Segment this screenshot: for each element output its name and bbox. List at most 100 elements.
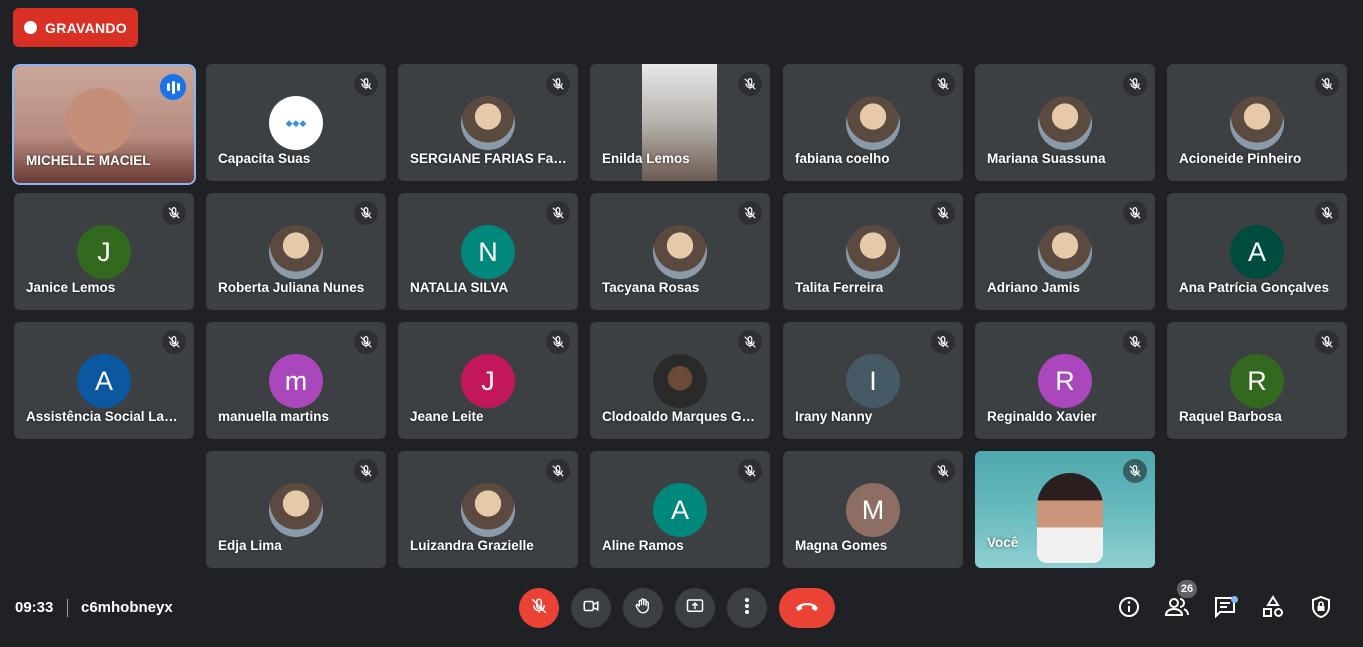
participant-tile[interactable]: Luizandra Grazielle (398, 451, 578, 568)
participant-name: Janice Lemos (26, 280, 116, 295)
participant-avatar: R (1230, 354, 1284, 408)
participant-name: MICHELLE MACIEL (26, 153, 151, 168)
participant-name: fabiana coelho (795, 151, 890, 166)
participant-name: NATALIA SILVA (410, 280, 509, 295)
participant-avatar: A (77, 354, 131, 408)
divider (67, 599, 68, 617)
mic-off-icon (738, 330, 762, 354)
mic-off-icon (931, 201, 955, 225)
more-options-icon (744, 597, 750, 620)
raise-hand-button[interactable] (623, 588, 663, 628)
mic-off-icon (162, 330, 186, 354)
people-button[interactable] (1164, 596, 1190, 622)
participant-name: Luizandra Grazielle (410, 538, 534, 553)
host-controls-button[interactable] (1308, 595, 1334, 624)
participant-tile[interactable]: A Assistência Social Lag… (14, 322, 194, 439)
participant-photo (1038, 225, 1092, 279)
camera-icon (582, 597, 600, 620)
participant-name: Enilda Lemos (602, 151, 690, 166)
participant-name: Magna Gomes (795, 538, 888, 553)
participant-avatar: J (77, 225, 131, 279)
participant-tile[interactable]: A Aline Ramos (590, 451, 770, 568)
recording-badge[interactable]: GRAVANDO (13, 8, 138, 47)
participant-tile-self[interactable]: Você (975, 451, 1155, 568)
participant-tile[interactable]: Tacyana Rosas (590, 193, 770, 310)
participant-tile[interactable]: J Jeane Leite (398, 322, 578, 439)
speaking-indicator-icon (160, 74, 186, 100)
participant-tile[interactable]: Enilda Lemos (590, 64, 770, 181)
mic-off-icon (931, 459, 955, 483)
participant-name: Jeane Leite (410, 409, 484, 424)
record-dot-icon (24, 21, 37, 34)
participant-tile[interactable]: Adriano Jamis (975, 193, 1155, 310)
toggle-camera-button[interactable] (571, 588, 611, 628)
info-icon (1117, 595, 1141, 624)
participant-name: Capacita Suas (218, 151, 311, 166)
participant-photo (846, 96, 900, 150)
participant-tile[interactable]: Edja Lima (206, 451, 386, 568)
mic-off-icon (354, 72, 378, 96)
self-video-feed (1037, 473, 1103, 563)
activities-button[interactable] (1260, 594, 1286, 624)
present-screen-button[interactable] (675, 588, 715, 628)
people-icon (1164, 595, 1190, 624)
participant-tile[interactable]: N NATALIA SILVA (398, 193, 578, 310)
leave-call-button[interactable] (779, 588, 835, 628)
mic-off-icon (1315, 201, 1339, 225)
participant-avatar: I (846, 354, 900, 408)
host-controls-icon (1310, 595, 1332, 624)
participant-tile[interactable]: ◆◆◆ Capacita Suas (206, 64, 386, 181)
participant-photo (461, 96, 515, 150)
participant-tile[interactable]: M Magna Gomes (783, 451, 963, 568)
participant-tile[interactable]: Roberta Juliana Nunes (206, 193, 386, 310)
mic-off-icon (1123, 201, 1147, 225)
recording-label: GRAVANDO (45, 19, 127, 36)
participant-tile[interactable]: Mariana Suassuna (975, 64, 1155, 181)
present-screen-icon (685, 597, 705, 620)
participant-tile[interactable]: SERGIANE FARIAS Far… (398, 64, 578, 181)
participant-tile[interactable]: Acioneide Pinheiro (1167, 64, 1347, 181)
more-options-button[interactable] (727, 588, 767, 628)
mic-off-icon (1123, 459, 1147, 483)
mic-off-icon (738, 459, 762, 483)
participant-name: Aline Ramos (602, 538, 684, 553)
mic-off-icon (530, 597, 548, 620)
participant-photo: ◆◆◆ (269, 96, 323, 150)
participant-tile[interactable]: A Ana Patrícia Gonçalves (1167, 193, 1347, 310)
participant-tile[interactable]: I Irany Nanny (783, 322, 963, 439)
raise-hand-icon (634, 597, 652, 620)
mic-off-icon (354, 330, 378, 354)
participant-avatar: m (269, 354, 323, 408)
mic-off-icon (1123, 72, 1147, 96)
participant-name: Reginaldo Xavier (987, 409, 1097, 424)
participant-name: Acioneide Pinheiro (1179, 151, 1302, 166)
mic-off-icon (162, 201, 186, 225)
participant-tile[interactable]: Clodoaldo Marques G… (590, 322, 770, 439)
participant-photo (269, 483, 323, 537)
mic-off-icon (354, 459, 378, 483)
participant-name: manuella martins (218, 409, 330, 424)
participant-name: Tacyana Rosas (602, 280, 700, 295)
mic-off-icon (546, 330, 570, 354)
participant-tile[interactable]: Talita Ferreira (783, 193, 963, 310)
mic-off-icon (931, 330, 955, 354)
mic-off-icon (738, 72, 762, 96)
meeting-details-button[interactable] (1116, 596, 1142, 622)
mic-off-icon (546, 459, 570, 483)
participant-tile[interactable]: fabiana coelho (783, 64, 963, 181)
participant-avatar: A (653, 483, 707, 537)
participant-tile[interactable]: R Raquel Barbosa (1167, 322, 1347, 439)
participant-photo (846, 225, 900, 279)
chat-notification-dot (1231, 596, 1238, 603)
mic-off-icon (1315, 72, 1339, 96)
mic-off-icon (354, 201, 378, 225)
participant-tile[interactable]: m manuella martins (206, 322, 386, 439)
hang-up-icon (794, 599, 820, 617)
mic-off-icon (546, 72, 570, 96)
participant-tile[interactable]: R Reginaldo Xavier (975, 322, 1155, 439)
activities-icon (1261, 594, 1285, 624)
participant-tile[interactable]: MICHELLE MACIEL (14, 66, 194, 183)
participant-name: SERGIANE FARIAS Far… (410, 151, 568, 166)
participant-tile[interactable]: J Janice Lemos (14, 193, 194, 310)
toggle-mic-button[interactable] (519, 588, 559, 628)
